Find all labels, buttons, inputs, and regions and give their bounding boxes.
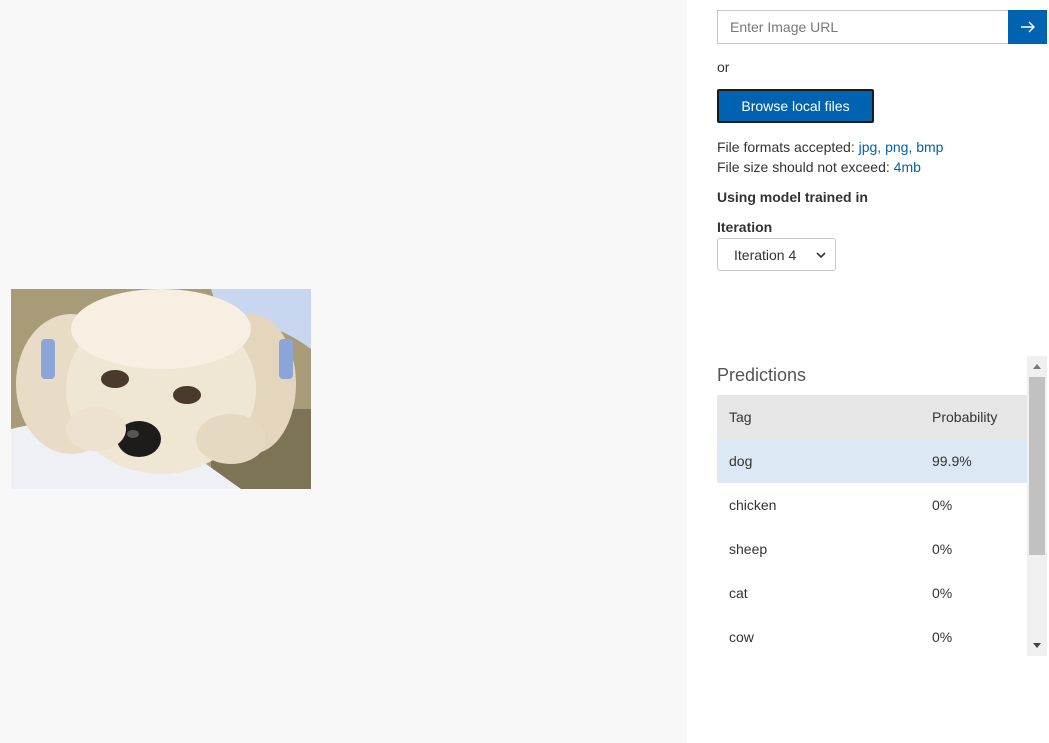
row-tag: cow (729, 629, 754, 645)
uploaded-image (11, 289, 311, 489)
column-header-probability: Probability (932, 409, 998, 425)
iteration-label: Iteration (717, 219, 773, 235)
prediction-panel: or Browse local files File formats accep… (687, 0, 1049, 743)
row-probability: 0% (932, 629, 953, 645)
row-tag: dog (729, 453, 753, 469)
arrow-right-icon (1020, 21, 1035, 33)
triangle-up-icon (1033, 364, 1041, 369)
file-size-label: File size should not exceed: (717, 159, 890, 175)
table-row[interactable]: cat 0% (717, 571, 1027, 615)
predictions-title: Predictions (717, 365, 807, 385)
predictions-table: Tag Probability dog 99.9% chicken 0% she… (717, 395, 1027, 659)
dog-photo (11, 289, 311, 489)
file-size-value: 4mb (893, 159, 921, 175)
or-label: or (717, 59, 730, 75)
scroll-up-button[interactable] (1027, 356, 1047, 376)
image-url-input[interactable] (717, 10, 1008, 44)
row-tag: cat (729, 585, 748, 601)
table-row[interactable]: dog 99.9% (717, 439, 1027, 483)
file-formats-values: jpg, png, bmp (858, 139, 944, 155)
row-tag: chicken (729, 497, 777, 513)
table-header: Tag Probability (717, 395, 1027, 439)
triangle-down-icon (1033, 643, 1041, 648)
row-probability: 99.9% (932, 453, 972, 469)
row-tag: sheep (729, 541, 768, 557)
column-header-tag: Tag (729, 409, 752, 425)
file-formats-label: File formats accepted: (717, 139, 855, 155)
row-probability: 0% (932, 585, 953, 601)
image-preview-pane (0, 0, 687, 743)
iteration-dropdown[interactable]: Iteration 4 (717, 238, 836, 271)
predictions-scrollbar[interactable] (1027, 356, 1047, 656)
scroll-thumb[interactable] (1029, 377, 1045, 555)
scroll-down-button[interactable] (1027, 636, 1047, 656)
model-label: Using model trained in (717, 189, 868, 205)
iteration-selected-value: Iteration 4 (734, 246, 797, 263)
file-size-line: File size should not exceed: 4mb (717, 157, 943, 177)
table-row[interactable]: cow 0% (717, 615, 1027, 659)
row-probability: 0% (932, 497, 953, 513)
submit-url-button[interactable] (1008, 10, 1047, 44)
chevron-down-icon (816, 252, 826, 259)
url-input-row (717, 10, 1047, 44)
row-probability: 0% (932, 541, 953, 557)
table-row[interactable]: chicken 0% (717, 483, 1027, 527)
file-formats-line: File formats accepted: jpg, png, bmp (717, 137, 943, 157)
browse-local-files-button[interactable]: Browse local files (717, 89, 874, 123)
table-row[interactable]: sheep 0% (717, 527, 1027, 571)
file-requirements: File formats accepted: jpg, png, bmp Fil… (717, 137, 943, 177)
